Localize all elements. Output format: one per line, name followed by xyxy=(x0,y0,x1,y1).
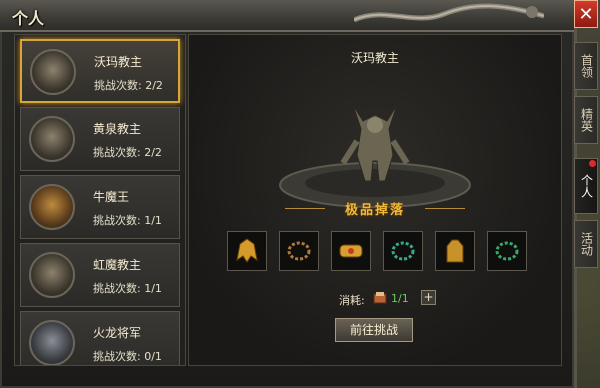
tab-label: 个人 xyxy=(579,174,594,198)
rare-drop-title: 极品掉落 xyxy=(344,203,405,218)
tab-event[interactable]: 活动 xyxy=(574,220,598,268)
drop-title-row: 极品掉落 xyxy=(285,199,465,219)
consume-label: 消耗: xyxy=(339,294,365,307)
drop-item[interactable] xyxy=(487,231,527,271)
necklace-icon xyxy=(287,241,311,261)
boss-item-huangquan[interactable]: 黄泉教主 挑战次数: 2/2 xyxy=(20,107,180,171)
add-ticket-button[interactable]: + xyxy=(421,290,436,305)
challenge-count: 挑战次数: 1/1 xyxy=(93,214,162,227)
boss-item-hongmo[interactable]: 虹魔教主 挑战次数: 1/1 xyxy=(20,243,180,307)
armor-icon xyxy=(446,239,464,263)
boss-list[interactable]: 沃玛教主 挑战次数: 2/2 黄泉教主 挑战次数: 2/2 牛魔王 挑战次数: … xyxy=(14,34,186,366)
challenge-count: 挑战次数: 2/2 xyxy=(94,79,163,92)
boss-name: 牛魔王 xyxy=(93,190,130,204)
hongmo-portrait-icon xyxy=(29,252,75,298)
divider xyxy=(285,208,325,209)
tab-elite[interactable]: 精英 xyxy=(574,96,598,144)
drop-item[interactable] xyxy=(279,231,319,271)
challenge-count: 挑战次数: 1/1 xyxy=(93,282,162,295)
boss-item-woma[interactable]: 沃玛教主 挑战次数: 2/2 xyxy=(20,39,180,103)
consume-count: 1/1 xyxy=(391,292,409,305)
drop-item[interactable] xyxy=(435,231,475,271)
huangquan-portrait-icon xyxy=(29,116,75,162)
niumo-portrait-icon xyxy=(29,184,75,230)
selected-boss-title: 沃玛教主 xyxy=(350,51,399,65)
helmet-icon xyxy=(236,238,258,263)
necklace-icon xyxy=(391,241,415,261)
tab-label: 精英 xyxy=(579,108,594,132)
boss-model-icon xyxy=(279,104,471,208)
boss-panel: 个人 沃玛教主 挑战次数: 2/2 黄泉教主 挑战次数: 2/2 牛魔王 挑战次… xyxy=(0,0,577,388)
go-challenge-button[interactable]: 前往挑战 xyxy=(335,318,413,342)
boss-name: 沃玛教主 xyxy=(94,55,143,69)
tab-boss[interactable]: 首领 xyxy=(574,42,598,90)
divider xyxy=(425,208,465,209)
tab-personal[interactable]: 个人 xyxy=(574,158,598,214)
boss-name: 火龙将军 xyxy=(93,326,142,340)
necklace-icon xyxy=(495,241,519,261)
woma-portrait-icon xyxy=(30,49,76,95)
huolong-portrait-icon xyxy=(29,320,75,365)
title-bar: 个人 xyxy=(0,0,574,32)
bracer-icon xyxy=(339,244,363,258)
window-title: 个人 xyxy=(12,9,45,28)
ticket-icon xyxy=(373,292,387,304)
challenge-count: 挑战次数: 2/2 xyxy=(93,146,162,159)
tab-label: 活动 xyxy=(579,232,594,256)
drop-item[interactable] xyxy=(383,231,423,271)
boss-detail: 沃玛教主 极品掉落 消耗: 1/1 + 前往挑战 xyxy=(188,34,562,366)
tab-label: 首领 xyxy=(579,54,594,78)
drop-item[interactable] xyxy=(331,231,371,271)
challenge-count: 挑战次数: 0/1 xyxy=(93,350,162,363)
notification-dot-icon xyxy=(589,160,596,167)
dragon-ornament-icon xyxy=(354,3,544,23)
close-button[interactable]: ✕ xyxy=(574,0,598,28)
boss-name: 虹魔教主 xyxy=(93,258,142,272)
boss-name: 黄泉教主 xyxy=(93,122,142,136)
drop-item[interactable] xyxy=(227,231,267,271)
boss-item-niumo[interactable]: 牛魔王 挑战次数: 1/1 xyxy=(20,175,180,239)
boss-item-huolong[interactable]: 火龙将军 挑战次数: 0/1 xyxy=(20,311,180,365)
